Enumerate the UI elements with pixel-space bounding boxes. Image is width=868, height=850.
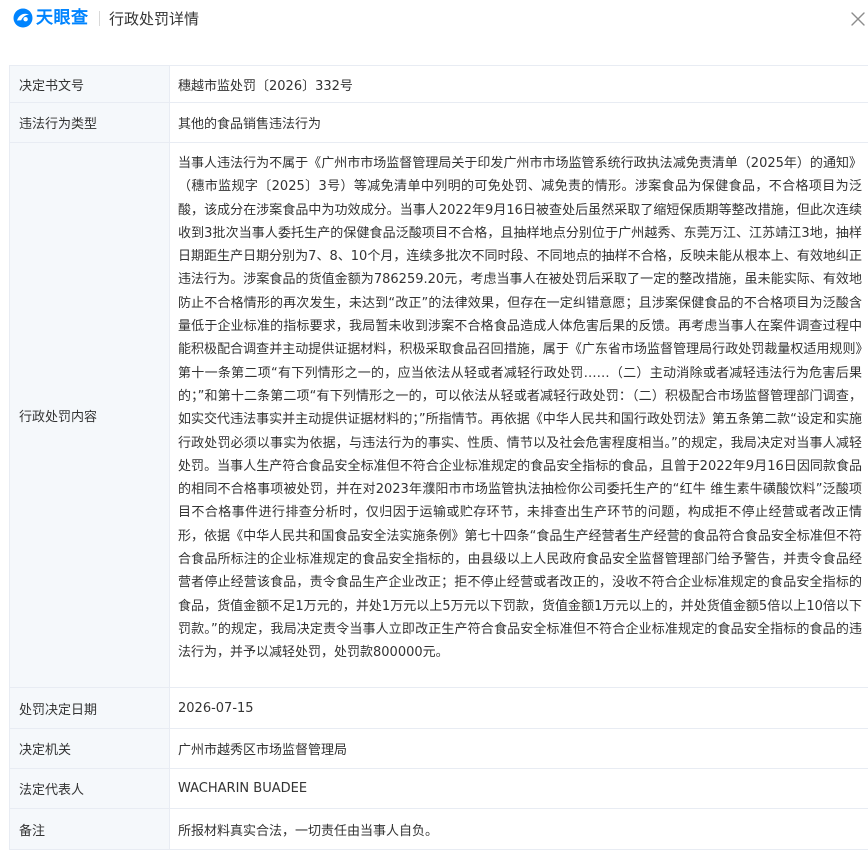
row-label: 处罚决定日期: [10, 688, 170, 728]
row-label: 决定书文号: [10, 66, 170, 102]
remarks-value: 所报材料真实合法，一切责任由当事人自负。: [178, 823, 439, 839]
detail-table: 决定书文号 穗越市监处罚〔2026〕332号 违法行为类型 其他的食品销售违法行…: [9, 65, 868, 850]
row-penalty-content: 行政处罚内容 当事人违法行为不属于《广州市市场监督管理局关于印发广州市市场监管系…: [10, 143, 868, 688]
row-remarks: 备注 所报材料真实合法，一切责任由当事人自负。: [10, 809, 868, 850]
row-legal-rep: 法定代表人 WACHARIN BUADEE: [10, 769, 868, 809]
header-divider: [99, 11, 100, 26]
legal-rep-value: WACHARIN BUADEE: [178, 781, 308, 796]
decision-date-value: 2026-07-15: [178, 700, 254, 716]
decision-number-value: 穗越市监处罚〔2026〕332号: [178, 78, 353, 94]
header: 天眼查 行政处罚详情: [0, 0, 868, 38]
row-decision-date: 处罚决定日期 2026-07-15: [10, 688, 868, 729]
brand-name: 天眼查: [36, 8, 89, 28]
row-decision-number: 决定书文号 穗越市监处罚〔2026〕332号: [10, 66, 868, 103]
row-label: 备注: [10, 809, 170, 849]
row-label: 行政处罚内容: [10, 143, 170, 687]
row-label: 违法行为类型: [10, 103, 170, 142]
violation-type-value: 其他的食品销售违法行为: [178, 117, 322, 132]
row-label: 法定代表人: [10, 769, 170, 808]
row-label: 决定机关: [10, 729, 170, 768]
close-icon[interactable]: [849, 10, 867, 28]
tianyancha-logo-icon: [13, 8, 33, 28]
authority-value: 广州市越秀区市场监督管理局: [178, 743, 348, 758]
row-violation-type: 违法行为类型 其他的食品销售违法行为: [10, 103, 868, 143]
penalty-content-value: 当事人违法行为不属于《广州市市场监督管理局关于印发广州市市场监管系统行政执法减免…: [178, 156, 862, 661]
row-authority: 决定机关 广州市越秀区市场监督管理局: [10, 729, 868, 769]
page-title: 行政处罚详情: [109, 10, 200, 28]
brand-logo[interactable]: 天眼查: [13, 5, 89, 31]
